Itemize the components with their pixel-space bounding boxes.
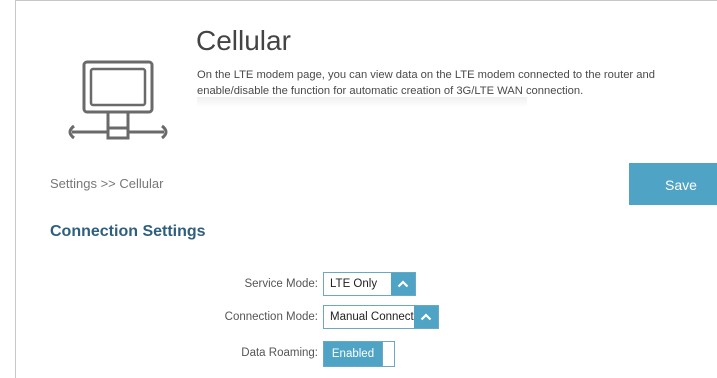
chevron-up-icon[interactable] xyxy=(391,273,415,295)
connection-mode-select[interactable]: Manual Connect xyxy=(323,305,439,329)
chevron-up-icon[interactable] xyxy=(414,306,438,328)
data-roaming-label: Data Roaming: xyxy=(241,347,318,359)
connection-mode-value: Manual Connect xyxy=(330,311,414,323)
service-mode-select[interactable]: LTE Only xyxy=(323,272,416,296)
toggle-knob[interactable] xyxy=(382,342,394,366)
service-mode-value: LTE Only xyxy=(330,278,378,290)
page-description: On the LTE modem page, you can view data… xyxy=(197,69,655,97)
breadcrumb[interactable]: Settings >> Cellular xyxy=(50,176,163,191)
data-roaming-state: Enabled xyxy=(324,342,382,366)
page-title: Cellular xyxy=(196,25,291,56)
save-button[interactable]: Save xyxy=(629,163,717,205)
data-roaming-toggle[interactable]: Enabled xyxy=(323,341,395,367)
description-fade xyxy=(197,97,527,107)
connection-mode-label: Connection Mode: xyxy=(224,311,318,323)
section-heading: Connection Settings xyxy=(50,223,206,240)
service-mode-label: Service Mode: xyxy=(244,278,318,290)
computer-network-icon xyxy=(68,60,168,140)
